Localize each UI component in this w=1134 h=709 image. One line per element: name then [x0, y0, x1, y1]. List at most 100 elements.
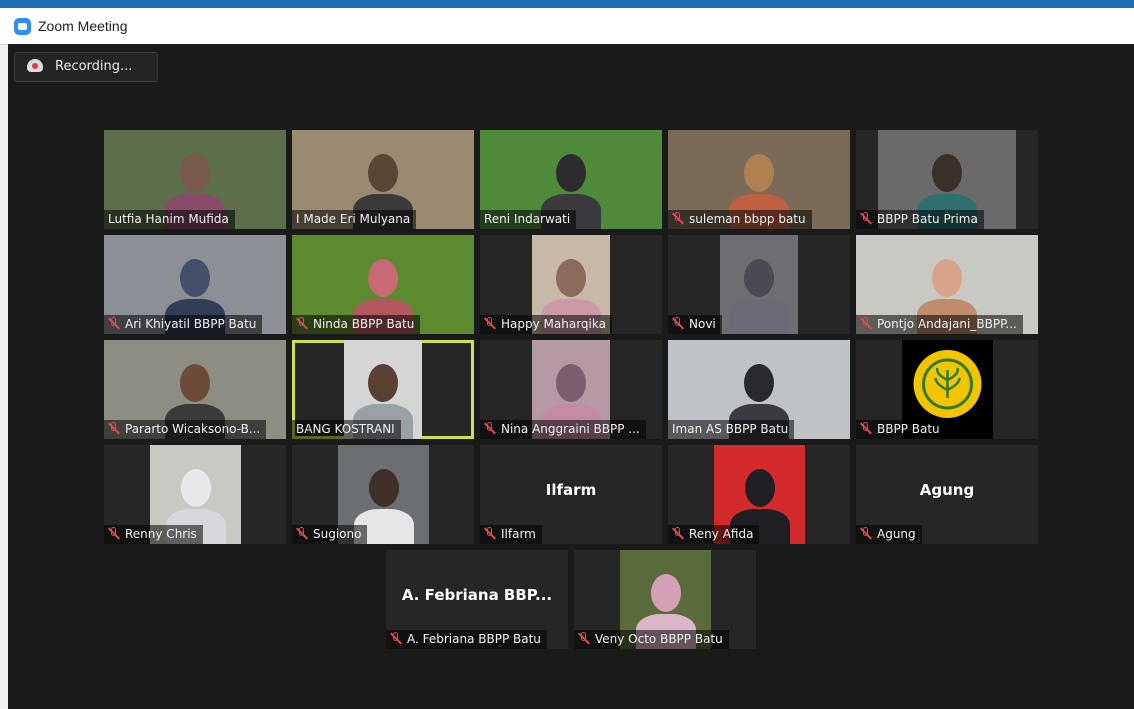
participant-tile[interactable]: Iman AS BBPP Batu — [668, 340, 850, 439]
window-title: Zoom Meeting — [38, 18, 128, 34]
video-feed — [720, 235, 798, 334]
participant-name-label: BBPP Batu Prima — [856, 210, 984, 229]
muted-mic-icon — [484, 317, 496, 330]
participant-name-label: I Made Eri Mulyana — [292, 210, 417, 229]
title-bar: Zoom Meeting — [0, 8, 1134, 45]
muted-mic-icon — [860, 422, 872, 435]
participant-name: Pontjo Andajani_BBPP... — [877, 317, 1017, 331]
muted-mic-icon — [672, 317, 684, 330]
participant-name-label: BANG KOSTRANI — [292, 420, 401, 439]
participant-tile[interactable]: Renny Chris — [104, 445, 286, 544]
window-top-accent — [0, 0, 1134, 8]
participant-name-label: Ninda BBPP Batu — [292, 315, 421, 334]
cloud-record-icon — [27, 59, 43, 72]
participant-display-name: A. Febriana BBP... — [401, 586, 553, 604]
participant-row: A. Febriana BBP... A. Febriana BBPP Batu V… — [386, 550, 756, 649]
recording-label: Recording... — [55, 59, 133, 74]
participant-name: Happy Maharqika — [501, 317, 606, 331]
participant-name-label: Veny Octo BBPP Batu — [574, 630, 729, 649]
participant-name-label: Reny Afida — [668, 525, 760, 544]
participant-tile[interactable]: suleman bbpp batu — [668, 130, 850, 229]
participant-tile[interactable]: Reny Afida — [668, 445, 850, 544]
participant-display-name: Ilfarm — [545, 481, 597, 499]
participant-name: Pararto Wicaksono-B... — [125, 422, 261, 436]
participant-name: Nina Anggraini BBPP ... — [501, 422, 640, 436]
participant-tile[interactable]: Novi — [668, 235, 850, 334]
muted-mic-icon — [860, 212, 872, 225]
muted-mic-icon — [390, 632, 402, 645]
muted-mic-icon — [672, 212, 684, 225]
participant-row: Ari Khiyatil BBPP Batu Ninda BBPP Batu Hap… — [104, 235, 1038, 334]
muted-mic-icon — [860, 527, 872, 540]
muted-mic-icon — [296, 317, 308, 330]
muted-mic-icon — [860, 317, 872, 330]
participant-name-label: Renny Chris — [104, 525, 203, 544]
participant-name: Ninda BBPP Batu — [313, 317, 415, 331]
participant-tile[interactable]: Sugiono — [292, 445, 474, 544]
participant-tile[interactable]: Reni Indarwati — [480, 130, 662, 229]
participant-name: BBPP Batu Prima — [877, 212, 978, 226]
participant-name-label: Ari Khiyatil BBPP Batu — [104, 315, 263, 334]
participant-name-label: Reni Indarwati — [480, 210, 577, 229]
participant-tile[interactable]: Veny Octo BBPP Batu — [574, 550, 756, 649]
participant-name-label: BBPP Batu — [856, 420, 946, 439]
participant-row: Pararto Wicaksono-B... BANG KOSTRANI Nina … — [104, 340, 1038, 439]
participant-name: Lutfia Hanim Mufida — [108, 212, 229, 226]
participant-name: A. Febriana BBPP Batu — [407, 632, 541, 646]
participant-tile[interactable]: A. Febriana BBP... A. Febriana BBPP Batu — [386, 550, 568, 649]
participant-name: Ilfarm — [501, 527, 536, 541]
participant-name-label: Lutfia Hanim Mufida — [104, 210, 235, 229]
participant-name-label: suleman bbpp batu — [668, 210, 812, 229]
muted-mic-icon — [108, 317, 120, 330]
participant-tile[interactable]: Happy Maharqika — [480, 235, 662, 334]
participant-name-label: Sugiono — [292, 525, 368, 544]
participant-tile[interactable]: I Made Eri Mulyana — [292, 130, 474, 229]
muted-mic-icon — [672, 527, 684, 540]
participant-name: Novi — [689, 317, 716, 331]
muted-mic-icon — [484, 422, 496, 435]
zoom-logo-icon — [14, 18, 31, 35]
participant-name: Reny Afida — [689, 527, 754, 541]
participant-name: Reni Indarwati — [484, 212, 571, 226]
participant-name-label: Happy Maharqika — [480, 315, 612, 334]
participant-tile[interactable]: Ninda BBPP Batu — [292, 235, 474, 334]
participant-tile[interactable]: Pontjo Andajani_BBPP... — [856, 235, 1038, 334]
participant-name: Veny Octo BBPP Batu — [595, 632, 723, 646]
participant-tile[interactable]: BANG KOSTRANI — [292, 340, 474, 439]
participant-tile[interactable]: Pararto Wicaksono-B... — [104, 340, 286, 439]
muted-mic-icon — [484, 527, 496, 540]
gallery-view: Recording... Lutfia Hanim Mufida I Made E… — [8, 44, 1134, 709]
participant-name-label: Ilfarm — [480, 525, 542, 544]
participant-name: I Made Eri Mulyana — [296, 212, 411, 226]
participant-name-label: Iman AS BBPP Batu — [668, 420, 795, 439]
participant-row: Renny Chris Sugiono Ilfarm Ilfarm Reny Afida… — [104, 445, 1038, 544]
participant-name-label: Nina Anggraini BBPP ... — [480, 420, 646, 439]
muted-mic-icon — [108, 527, 120, 540]
participant-name: Renny Chris — [125, 527, 197, 541]
participant-name: Agung — [877, 527, 916, 541]
participant-silhouette — [729, 253, 789, 334]
participant-row: Lutfia Hanim Mufida I Made Eri Mulyana Ren… — [104, 130, 1038, 229]
participant-name: BANG KOSTRANI — [296, 422, 395, 436]
recording-indicator[interactable]: Recording... — [14, 52, 158, 82]
participant-tile[interactable]: Nina Anggraini BBPP ... — [480, 340, 662, 439]
participant-name: Sugiono — [313, 527, 362, 541]
participant-name-label: Pontjo Andajani_BBPP... — [856, 315, 1023, 334]
participant-name-label: Novi — [668, 315, 722, 334]
participant-name-label: A. Febriana BBPP Batu — [386, 630, 547, 649]
participant-name: Iman AS BBPP Batu — [672, 422, 789, 436]
participant-name: suleman bbpp batu — [689, 212, 806, 226]
participant-tile[interactable]: Lutfia Hanim Mufida — [104, 130, 286, 229]
muted-mic-icon — [296, 527, 308, 540]
participant-tile[interactable]: Ilfarm Ilfarm — [480, 445, 662, 544]
participant-name: Ari Khiyatil BBPP Batu — [125, 317, 257, 331]
muted-mic-icon — [578, 632, 590, 645]
participant-display-name: Agung — [919, 481, 975, 499]
participant-tile[interactable]: BBPP Batu — [856, 340, 1038, 439]
participant-tile[interactable]: BBPP Batu Prima — [856, 130, 1038, 229]
participant-tile[interactable]: Agung Agung — [856, 445, 1038, 544]
participant-tile[interactable]: Ari Khiyatil BBPP Batu — [104, 235, 286, 334]
participant-name-label: Pararto Wicaksono-B... — [104, 420, 267, 439]
participant-name: BBPP Batu — [877, 422, 940, 436]
muted-mic-icon — [108, 422, 120, 435]
